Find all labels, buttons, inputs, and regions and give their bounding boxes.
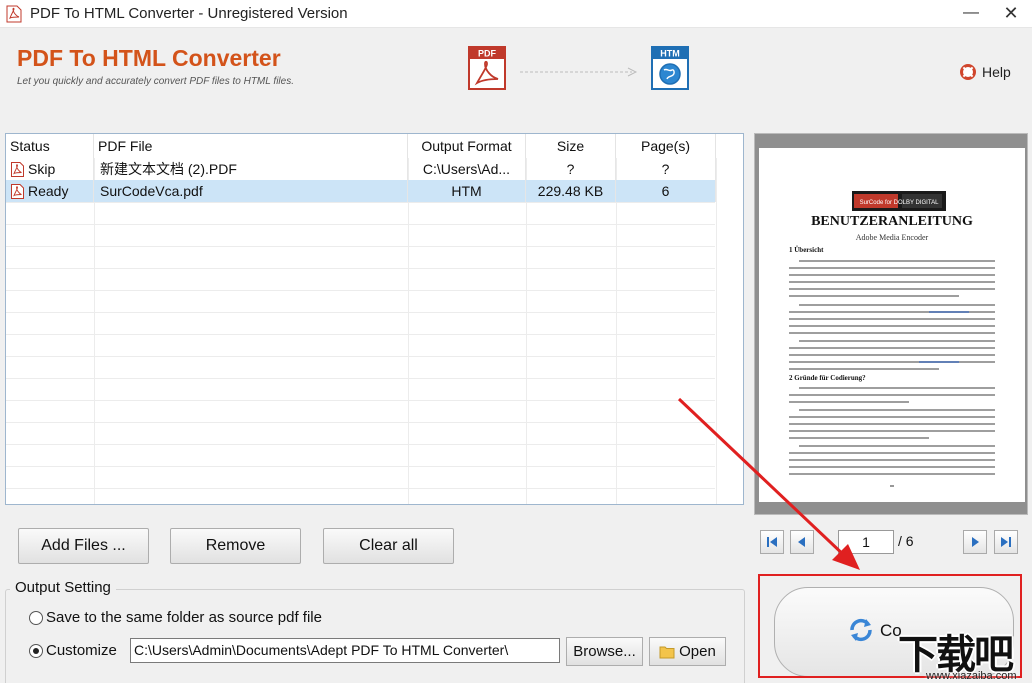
row-status-label: Ready	[28, 183, 69, 199]
output-path-input[interactable]: C:\Users\Admin\Documents\Adept PDF To HT…	[130, 638, 560, 663]
folder-icon	[659, 646, 675, 658]
open-folder-button[interactable]: Open	[649, 637, 726, 666]
row-file-name: SurCodeVca.pdf	[94, 180, 408, 202]
column-header-output-format[interactable]: Output Format	[408, 134, 526, 158]
minimize-button[interactable]: —	[953, 0, 989, 28]
watermark-url: www.xiazaiba.com	[926, 670, 1017, 682]
row-output-format: HTM	[408, 180, 526, 202]
last-page-icon	[1001, 537, 1011, 547]
row-pages: ?	[616, 158, 716, 180]
pdf-file-icon	[11, 183, 24, 199]
title-bar: PDF To HTML Converter - Unregistered Ver…	[0, 0, 1032, 28]
row-size: 229.48 KB	[526, 180, 616, 202]
column-header-pages[interactable]: Page(s)	[616, 134, 716, 158]
lifebuoy-icon	[960, 64, 976, 80]
pdf-file-icon: PDF	[468, 46, 506, 90]
remove-button[interactable]: Remove	[170, 528, 301, 564]
document-body-text	[789, 260, 995, 487]
table-row-selected[interactable]: Ready SurCodeVca.pdf HTM 229.48 KB 6	[6, 180, 716, 202]
browse-button[interactable]: Browse...	[566, 637, 643, 666]
row-status-cell: Ready	[6, 180, 94, 202]
radio-same-folder-circle[interactable]	[29, 610, 43, 625]
table-header: Status PDF File Output Format Size Page(…	[6, 134, 743, 158]
radio-same-folder[interactable]: Save to the same folder as source pdf fi…	[29, 609, 322, 626]
radio-customize-circle[interactable]	[29, 643, 43, 658]
row-file-name: 新建文本文档 (2).PDF	[94, 158, 408, 180]
open-button-label: Open	[679, 643, 716, 660]
column-header-size[interactable]: Size	[526, 134, 616, 158]
htm-file-icon: HTM	[651, 46, 689, 90]
previous-page-button[interactable]	[790, 530, 814, 554]
window-title: PDF To HTML Converter - Unregistered Ver…	[30, 5, 348, 22]
output-setting-group	[5, 589, 745, 683]
help-label: Help	[982, 64, 1011, 80]
pdf-preview-pane[interactable]: SurCode for DOLBY DIGITAL BENUTZERANLEIT…	[754, 133, 1028, 515]
column-header-pdf-file[interactable]: PDF File	[94, 134, 408, 158]
convert-arrow-icon	[520, 67, 638, 77]
pdf-logo-label: PDF	[478, 49, 497, 59]
radio-customize[interactable]: Customize	[29, 642, 117, 659]
first-page-icon	[767, 537, 777, 547]
last-page-button[interactable]	[994, 530, 1018, 554]
previous-page-icon	[798, 537, 805, 547]
first-page-button[interactable]	[760, 530, 784, 554]
row-output-format: C:\Users\Ad...	[408, 158, 526, 180]
pdf-file-icon	[11, 161, 24, 177]
close-button[interactable]: ✕	[993, 0, 1029, 28]
row-status-label: Skip	[28, 161, 56, 177]
app-window: PDF To HTML Converter - Unregistered Ver…	[0, 0, 1032, 683]
page-number-input[interactable]: 1	[838, 530, 894, 554]
brand-subtitle: Let you quickly and accurately convert P…	[17, 76, 294, 87]
row-pages: 6	[616, 180, 716, 202]
radio-customize-label: Customize	[46, 642, 117, 659]
add-files-button[interactable]: Add Files ...	[18, 528, 149, 564]
next-page-button[interactable]	[963, 530, 987, 554]
app-header: PDF To HTML Converter Let you quickly an…	[0, 28, 1032, 120]
brand-title: PDF To HTML Converter	[17, 45, 281, 71]
row-size: ?	[526, 158, 616, 180]
help-button[interactable]: Help	[960, 64, 1011, 80]
page-total-label: / 6	[898, 533, 914, 549]
htm-logo-label: HTM	[660, 49, 680, 59]
row-status-cell: Skip	[6, 158, 94, 180]
next-page-icon	[972, 537, 979, 547]
output-setting-title: Output Setting	[10, 579, 116, 596]
table-row[interactable]: Skip 新建文本文档 (2).PDF C:\Users\Ad... ? ?	[6, 158, 716, 180]
preview-page: SurCode for DOLBY DIGITAL BENUTZERANLEIT…	[759, 148, 1025, 502]
file-list-table[interactable]: Status PDF File Output Format Size Page(…	[5, 133, 744, 505]
column-header-status[interactable]: Status	[6, 134, 94, 158]
browse-button-label: Browse...	[573, 643, 636, 660]
table-grid	[6, 158, 717, 504]
pdf-app-icon	[6, 5, 22, 23]
clear-all-button[interactable]: Clear all	[323, 528, 454, 564]
radio-same-folder-label: Save to the same folder as source pdf fi…	[46, 609, 322, 626]
